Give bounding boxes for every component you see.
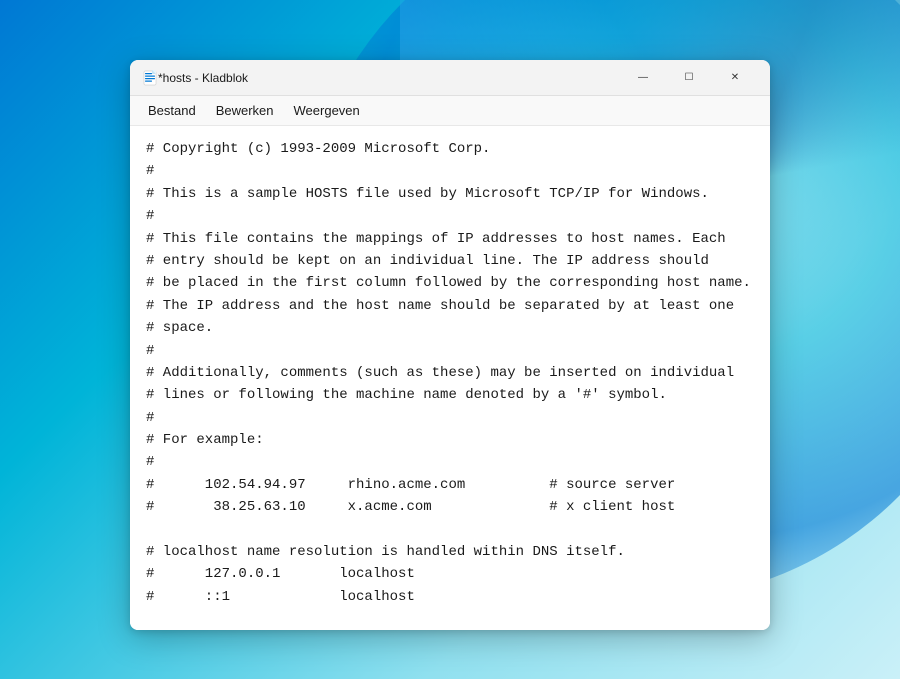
maximize-button[interactable]: ☐ <box>666 60 712 96</box>
close-button[interactable]: ✕ <box>712 60 758 96</box>
notepad-window: *hosts - Kladblok — ☐ ✕ Bestand Bewerken… <box>130 60 770 630</box>
title-bar: *hosts - Kladblok — ☐ ✕ <box>130 60 770 96</box>
menu-bestand[interactable]: Bestand <box>138 99 206 122</box>
window-controls: — ☐ ✕ <box>620 60 758 96</box>
notepad-icon <box>142 70 158 86</box>
menu-bewerken[interactable]: Bewerken <box>206 99 284 122</box>
editor-area[interactable]: # Copyright (c) 1993-2009 Microsoft Corp… <box>130 126 770 630</box>
window-title: *hosts - Kladblok <box>158 71 620 85</box>
menu-weergeven[interactable]: Weergeven <box>284 99 370 122</box>
menu-bar: Bestand Bewerken Weergeven <box>130 96 770 126</box>
editor-content[interactable]: # Copyright (c) 1993-2009 Microsoft Corp… <box>146 138 754 608</box>
minimize-button[interactable]: — <box>620 60 666 96</box>
